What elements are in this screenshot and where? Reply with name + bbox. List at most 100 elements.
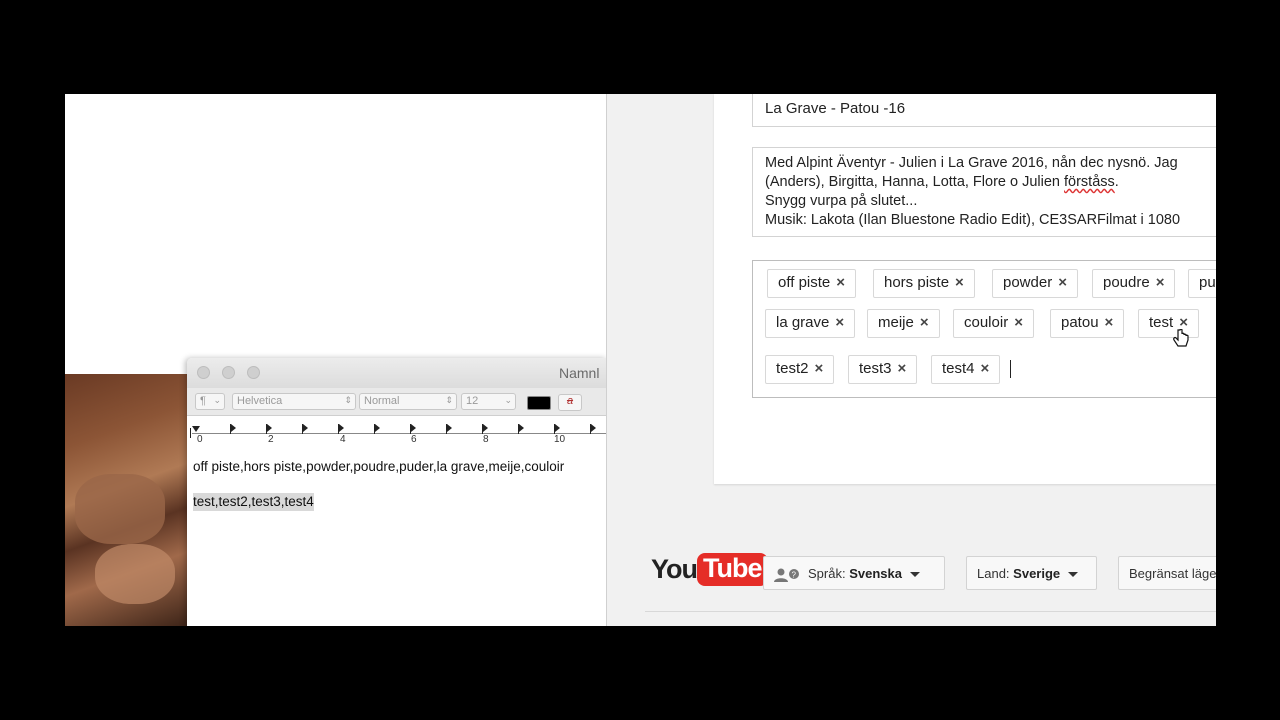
tab-stop-icon[interactable] bbox=[410, 424, 416, 434]
tag-label: patou bbox=[1061, 314, 1099, 331]
tab-stop-icon[interactable] bbox=[590, 424, 596, 434]
ruler[interactable]: 0 2 4 6 8 10 bbox=[187, 416, 607, 452]
tag-chip: test × bbox=[1138, 309, 1199, 338]
divider bbox=[645, 611, 1216, 612]
tab-stop-icon[interactable] bbox=[302, 424, 308, 434]
video-title-input[interactable]: La Grave - Patou -16 bbox=[752, 94, 1216, 127]
ruler-number: 8 bbox=[483, 434, 489, 445]
ruler-number: 2 bbox=[268, 434, 274, 445]
tag-label: test3 bbox=[859, 360, 892, 377]
restricted-mode-button[interactable]: Begränsat läge bbox=[1118, 556, 1216, 590]
text-color-well[interactable] bbox=[527, 396, 551, 410]
tab-stop-icon[interactable] bbox=[482, 424, 488, 434]
remove-tag-icon[interactable]: × bbox=[1156, 274, 1165, 291]
tag-chip: meije × bbox=[867, 309, 940, 338]
remove-tag-icon[interactable]: × bbox=[1105, 314, 1114, 331]
stepper-icon: ⇕ bbox=[344, 395, 352, 405]
document-line: off piste,hors piste,powder,poudre,puder… bbox=[193, 459, 565, 474]
tag-chip: test3 × bbox=[848, 355, 918, 384]
country-label: Land: bbox=[977, 566, 1010, 581]
tag-label: test2 bbox=[776, 360, 809, 377]
close-window-button[interactable] bbox=[197, 366, 210, 379]
tag-label: off piste bbox=[778, 274, 831, 291]
tag-label: la grave bbox=[776, 314, 830, 331]
font-size-value: 12 bbox=[466, 395, 479, 407]
remove-tag-icon[interactable]: × bbox=[981, 360, 990, 377]
youtube-footer: You Tube ? Språk: Svenska Land: Sverige B… bbox=[607, 534, 1216, 626]
language-label: Språk: bbox=[808, 566, 846, 581]
language-icon: ? bbox=[774, 568, 804, 582]
tag-chip: off piste × bbox=[767, 269, 857, 298]
font-size-select[interactable]: 12 ⌄ bbox=[461, 393, 516, 410]
misspelled-word: förståss bbox=[1064, 174, 1115, 190]
indent-marker-icon[interactable] bbox=[190, 426, 200, 438]
remove-tag-icon[interactable]: × bbox=[835, 314, 844, 331]
tag-chip: pu bbox=[1188, 269, 1216, 298]
tag-chip: patou × bbox=[1050, 309, 1125, 338]
strikethrough-button[interactable]: a bbox=[558, 394, 582, 411]
rock-shape bbox=[75, 474, 165, 544]
tab-stop-icon[interactable] bbox=[554, 424, 560, 434]
window-title: Namnl bbox=[559, 365, 600, 381]
remove-tag-icon[interactable]: × bbox=[1058, 274, 1067, 291]
caret-down-icon bbox=[909, 572, 920, 578]
tag-chip: test4 × bbox=[931, 355, 1001, 384]
tag-label: couloir bbox=[964, 314, 1009, 331]
paragraph-style-value: ¶ bbox=[200, 395, 206, 407]
tag-chip: couloir × bbox=[953, 309, 1034, 338]
tab-stop-icon[interactable] bbox=[446, 424, 452, 434]
tags-input[interactable]: off piste × hors piste × powder × poudre × p… bbox=[752, 260, 1216, 398]
tag-chip: test2 × bbox=[765, 355, 835, 384]
tab-stop-icon[interactable] bbox=[230, 424, 236, 434]
description-line: Med Alpint Äventyr - Julien i La Grave 2… bbox=[765, 155, 1178, 171]
paragraph-style-select[interactable]: ¶ ⌄ bbox=[195, 393, 225, 410]
remove-tag-icon[interactable]: × bbox=[1014, 314, 1023, 331]
country-button[interactable]: Land: Sverige bbox=[966, 556, 1097, 590]
youtube-logo[interactable]: You Tube bbox=[651, 553, 768, 591]
hand-pointer-icon bbox=[1173, 329, 1189, 347]
remove-tag-icon[interactable]: × bbox=[898, 360, 907, 377]
video-description-input[interactable]: Med Alpint Äventyr - Julien i La Grave 2… bbox=[752, 147, 1216, 237]
chevron-down-icon: ⌄ bbox=[504, 395, 512, 405]
remove-tag-icon[interactable]: × bbox=[955, 274, 964, 291]
tag-label: test bbox=[1149, 314, 1174, 331]
tag-label: hors piste bbox=[884, 274, 950, 291]
description-line: (Anders), Birgitta, Hanna, Lotta, Flore … bbox=[765, 173, 1216, 192]
zoom-window-button[interactable] bbox=[247, 366, 260, 379]
restricted-mode-label: Begränsat läge bbox=[1129, 566, 1216, 581]
typeface-select[interactable]: Normal ⇕ bbox=[359, 393, 457, 410]
description-line: Snygg vurpa på slutet... bbox=[765, 193, 918, 209]
logo-you-text: You bbox=[651, 554, 698, 584]
tab-stop-icon[interactable] bbox=[374, 424, 380, 434]
minimize-window-button[interactable] bbox=[222, 366, 235, 379]
tab-stop-icon[interactable] bbox=[518, 424, 524, 434]
textedit-titlebar[interactable]: Namnl bbox=[187, 358, 607, 388]
remove-tag-icon[interactable]: × bbox=[815, 360, 824, 377]
ruler-line bbox=[192, 433, 607, 434]
font-family-select[interactable]: Helvetica ⇕ bbox=[232, 393, 356, 410]
tag-chip: hors piste × bbox=[873, 269, 975, 298]
youtube-page: La Grave - Patou -16 Med Alpint Äventyr … bbox=[606, 94, 1216, 626]
tag-chip: la grave × bbox=[765, 309, 856, 338]
tag-chip: poudre × bbox=[1092, 269, 1176, 298]
svg-text:?: ? bbox=[792, 570, 797, 579]
remove-tag-icon[interactable]: × bbox=[836, 274, 845, 291]
tag-chip: powder × bbox=[992, 269, 1078, 298]
video-details-card: La Grave - Patou -16 Med Alpint Äventyr … bbox=[714, 94, 1216, 484]
tag-label: poudre bbox=[1103, 274, 1150, 291]
language-button[interactable]: ? Språk: Svenska bbox=[763, 556, 945, 590]
screen: Namnl ¶ ⌄ Helvetica ⇕ Normal ⇕ 12 ⌄ a 0 … bbox=[65, 94, 1216, 626]
tag-label: meije bbox=[878, 314, 914, 331]
remove-tag-icon[interactable]: × bbox=[920, 314, 929, 331]
description-text: (Anders), Birgitta, Hanna, Lotta, Flore … bbox=[765, 174, 1119, 190]
text-document[interactable]: off piste,hors piste,powder,poudre,puder… bbox=[193, 458, 607, 511]
text-caret bbox=[1010, 360, 1011, 378]
typeface-value: Normal bbox=[364, 395, 400, 407]
background-photo bbox=[65, 374, 188, 626]
tab-stop-icon[interactable] bbox=[266, 424, 272, 434]
font-family-value: Helvetica bbox=[237, 395, 283, 407]
ruler-number: 4 bbox=[340, 434, 346, 445]
tab-stop-icon[interactable] bbox=[338, 424, 344, 434]
rock-shape bbox=[95, 544, 175, 604]
logo-tube-text: Tube bbox=[697, 553, 768, 586]
